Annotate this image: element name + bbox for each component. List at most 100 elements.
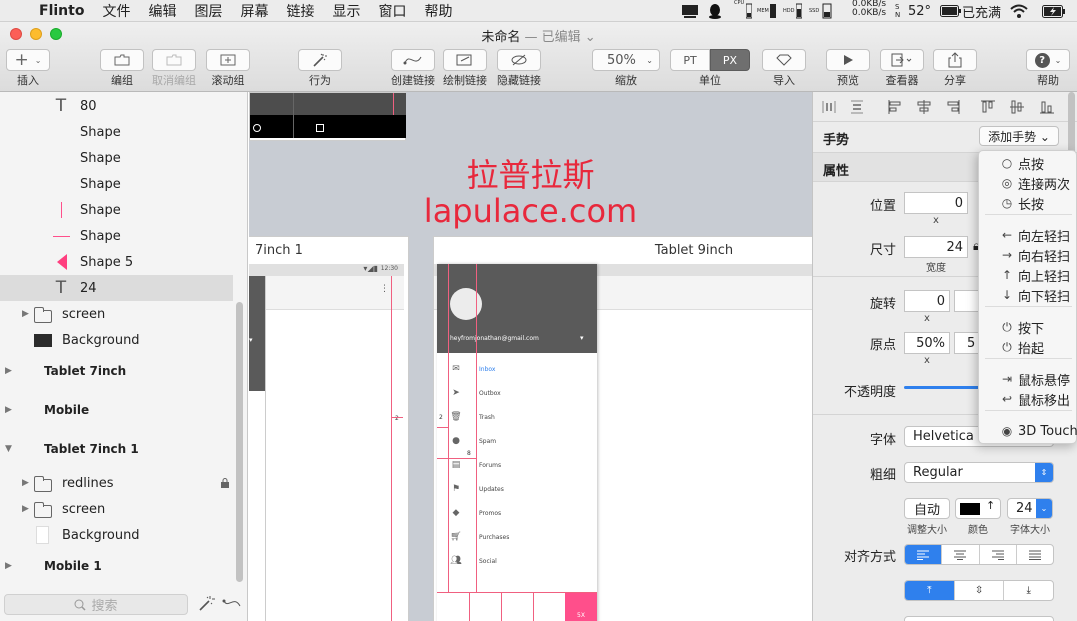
drawer-item[interactable]: Promos — [479, 510, 501, 517]
scroll-group-button[interactable] — [206, 49, 250, 71]
layer-row[interactable]: ▶ Mobile — [0, 397, 233, 423]
hdd-indicator[interactable]: HDD — [783, 0, 794, 22]
gesture-item-mouse-over[interactable]: ⇥ 鼠标悬停 — [979, 369, 1077, 389]
gesture-item-3d-touch[interactable]: ◉ 3D Touch — [979, 421, 1077, 441]
zoom-select[interactable]: 50% ⌄ — [592, 49, 660, 71]
disclosure-triangle-icon[interactable]: ▼ — [5, 444, 12, 454]
layer-row-selected[interactable]: T 24 — [0, 275, 233, 301]
layer-row[interactable]: ▶ screen — [0, 301, 233, 327]
import-button[interactable] — [762, 49, 806, 71]
preview-button[interactable] — [826, 49, 870, 71]
text-align-left-icon[interactable] — [905, 545, 942, 564]
layer-row[interactable]: Shape — [0, 145, 233, 171]
font-weight-select[interactable]: Regular ⇕ — [904, 462, 1054, 483]
insert-button[interactable]: + ⌄ — [6, 49, 50, 71]
disclosure-triangle-icon[interactable]: ▶ — [22, 309, 29, 319]
mem-indicator[interactable]: MEM — [757, 0, 769, 22]
gesture-item-press-up[interactable]: ⏻ 抬起 — [979, 337, 1077, 357]
magic-wand-icon[interactable] — [198, 595, 216, 615]
ssd-indicator[interactable]: SSD — [809, 0, 819, 22]
create-link-button[interactable] — [391, 49, 435, 71]
artboard-tablet-9inch[interactable]: Tablet 9inch heyfromjonathan@gmail.com ▾… — [433, 236, 812, 621]
partial-control[interactable] — [904, 616, 1054, 621]
gesture-item-swipe-right[interactable]: → 向右轻扫 — [979, 245, 1077, 265]
wifi-icon[interactable] — [1010, 0, 1028, 22]
add-gesture-button[interactable]: 添加手势 ⌄ — [979, 126, 1059, 146]
drawer-item[interactable]: Inbox — [479, 366, 495, 373]
gesture-item-press-down[interactable]: ⏻ 按下 — [979, 317, 1077, 337]
gesture-item-swipe-up[interactable]: ↑ 向上轻扫 — [979, 265, 1077, 285]
vertical-align-middle-icon[interactable]: ⇳ — [953, 581, 1004, 600]
width-input[interactable]: 24 — [904, 236, 968, 258]
align-left-icon[interactable] — [887, 99, 903, 115]
menu-edit[interactable]: 编辑 — [139, 1, 185, 21]
layer-row[interactable]: Shape — [0, 171, 233, 197]
draw-link-button[interactable] — [443, 49, 487, 71]
battery-icon[interactable] — [940, 0, 962, 22]
eyedropper-icon[interactable]: ↑ — [986, 499, 995, 512]
drawer-item[interactable]: Purchases — [479, 534, 509, 541]
menu-link[interactable]: 链接 — [277, 1, 323, 21]
distribute-vertical-icon[interactable] — [849, 99, 865, 115]
hide-link-button[interactable] — [497, 49, 541, 71]
position-x-input[interactable]: 0 — [904, 192, 968, 214]
disclosure-triangle-icon[interactable]: ▶ — [22, 504, 29, 514]
cpu-indicator[interactable]: CPU — [734, 0, 744, 22]
ungroup-button[interactable] — [152, 49, 196, 71]
unit-pt-button[interactable]: PT — [670, 49, 710, 71]
temperature[interactable]: 52° — [908, 0, 931, 22]
layers-scrollbar[interactable] — [236, 302, 243, 582]
canvas[interactable]: 拉普拉斯 lapulace.com 7inch 1 12:30 ▾◢▮ ⋮ ▾ … — [249, 92, 812, 621]
layer-row[interactable]: Shape — [0, 197, 233, 223]
disclosure-triangle-icon[interactable]: ▶ — [5, 366, 12, 376]
align-top-icon[interactable] — [980, 99, 996, 115]
layer-row[interactable]: Background — [0, 327, 233, 353]
document-status[interactable]: — 已编辑 ⌄ — [524, 30, 595, 45]
unit-px-button[interactable]: PX — [710, 49, 750, 71]
gesture-item-long-press[interactable]: ◷ 长按 — [979, 193, 1077, 213]
disclosure-triangle-icon[interactable]: ▶ — [5, 405, 12, 415]
dropdown-arrow-icon[interactable]: ▾ — [580, 334, 584, 342]
more-vert-icon[interactable]: ⋮ — [380, 284, 389, 294]
layer-row[interactable]: ▶ screen — [0, 496, 233, 522]
text-align-center-icon[interactable] — [941, 545, 978, 564]
drawer-item[interactable]: Outbox — [479, 390, 501, 397]
gesture-item-swipe-left[interactable]: ← 向左轻扫 — [979, 225, 1077, 245]
align-middle-icon[interactable] — [1009, 99, 1025, 115]
menu-window[interactable]: 窗口 — [369, 1, 415, 21]
layer-row[interactable]: Shape 5 — [0, 249, 233, 275]
menu-file[interactable]: 文件 — [93, 1, 139, 21]
menu-screen[interactable]: 屏幕 — [231, 1, 277, 21]
layer-row[interactable]: Shape — [0, 119, 233, 145]
font-size-input[interactable]: 24 ⌄ — [1007, 498, 1053, 519]
battery-status[interactable]: 已充满 — [962, 0, 1001, 22]
distribute-horizontal-icon[interactable] — [821, 99, 837, 115]
layer-row[interactable]: Background — [0, 522, 233, 548]
link-curve-icon[interactable] — [222, 597, 242, 613]
battery-charging-icon[interactable] — [1042, 0, 1066, 22]
disclosure-triangle-icon[interactable]: ▶ — [22, 478, 29, 488]
share-button[interactable] — [933, 49, 977, 71]
opacity-slider[interactable] — [904, 386, 984, 389]
vertical-align-top-icon[interactable]: ⤒ — [905, 581, 954, 600]
rotation-x-input[interactable]: 0 — [904, 290, 950, 312]
drawer-item[interactable]: Trash — [479, 414, 495, 421]
viewer-button[interactable] — [880, 49, 924, 71]
layer-row[interactable]: ▶ Mobile 1 — [0, 553, 233, 579]
gesture-item-tap[interactable]: ○ 点按 — [979, 153, 1077, 173]
vertical-align-bottom-icon[interactable]: ⤓ — [1003, 581, 1053, 600]
network-speed[interactable]: 0.0KB/s 0.0KB/s — [852, 0, 886, 22]
layer-search-input[interactable]: 搜索 — [4, 594, 188, 615]
display-icon[interactable] — [680, 0, 700, 22]
drawer-item[interactable]: Forums — [479, 462, 501, 469]
origin-x-input[interactable]: 50% — [904, 332, 950, 354]
avatar[interactable] — [450, 288, 482, 320]
align-bottom-icon[interactable] — [1039, 99, 1055, 115]
help-button[interactable]: ? ⌄ — [1026, 49, 1070, 71]
drawer-item[interactable]: Social — [479, 558, 497, 565]
gesture-item-mouse-out[interactable]: ↩ 鼠标移出 — [979, 389, 1077, 409]
artboard-top-fragment[interactable] — [249, 92, 406, 141]
lock-icon[interactable] — [221, 478, 229, 488]
layer-row[interactable]: T 80 — [0, 93, 233, 119]
chevron-down-icon[interactable]: ⌄ — [1036, 499, 1052, 518]
